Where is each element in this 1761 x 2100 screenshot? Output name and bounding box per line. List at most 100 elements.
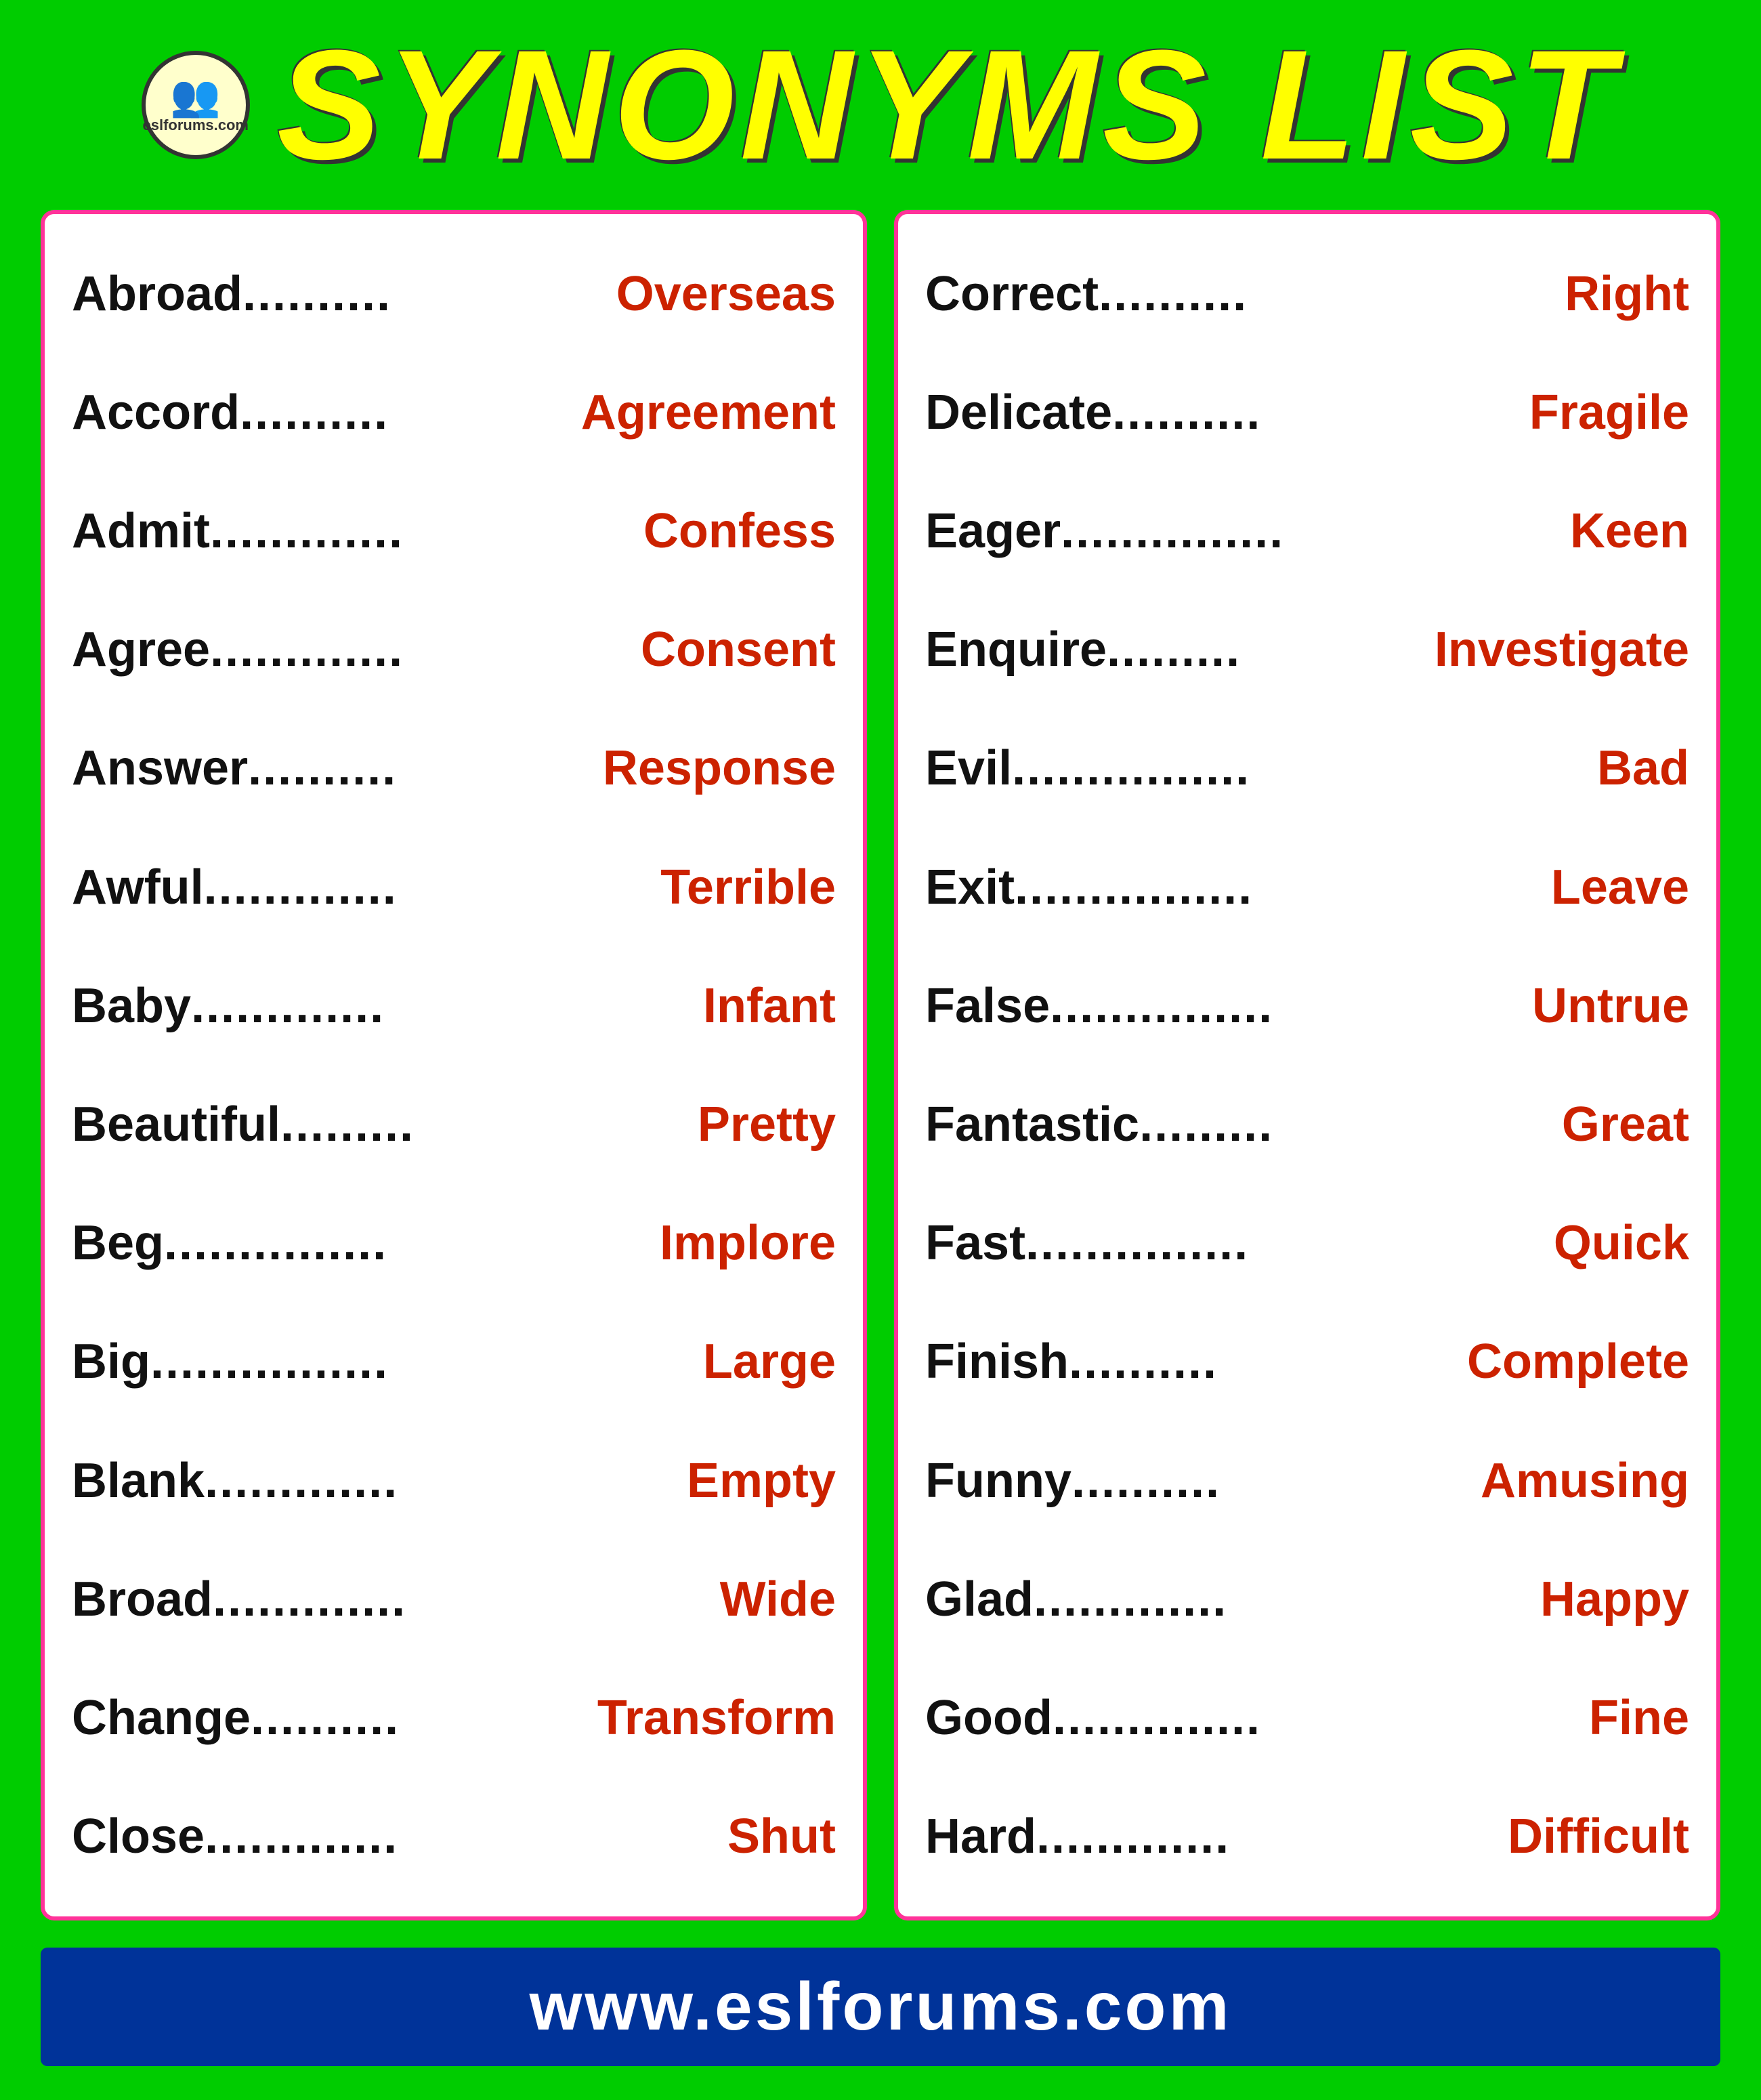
dots: .......... — [240, 385, 581, 440]
dots: ............. — [1034, 1572, 1540, 1627]
synonym: Confess — [643, 503, 836, 559]
word: Big — [72, 1334, 150, 1389]
dots: ............. — [210, 503, 643, 559]
dots: ............... — [164, 1215, 660, 1271]
dots: ............. — [191, 978, 703, 1034]
dots: .......... — [1112, 385, 1529, 440]
synonym: Difficult — [1508, 1809, 1689, 1864]
word: Eager — [925, 503, 1061, 559]
dots: .......... — [251, 1690, 597, 1746]
dots: .......... — [1069, 1334, 1467, 1389]
synonym: Shut — [727, 1809, 836, 1864]
list-item: Enquire ......... Investigate — [925, 616, 1689, 683]
content-area: Abroad .......... Overseas Accord ......… — [41, 210, 1720, 1920]
dots: ............... — [1061, 503, 1570, 559]
synonym: Great — [1562, 1097, 1689, 1152]
synonym: Terrible — [660, 860, 836, 915]
page-title: SYNONYMS LIST — [277, 27, 1620, 183]
dots: ......... — [1139, 1097, 1562, 1152]
word: Abroad — [72, 266, 242, 322]
list-item: Exit ................ Leave — [925, 854, 1689, 921]
word: Hard — [925, 1809, 1036, 1864]
list-item: Broad ............. Wide — [72, 1566, 836, 1633]
left-column: Abroad .......... Overseas Accord ......… — [41, 210, 867, 1920]
list-item: Beautiful ......... Pretty — [72, 1091, 836, 1158]
list-item: Baby ............. Infant — [72, 973, 836, 1039]
dots: .......... — [1072, 1453, 1481, 1509]
synonym: Implore — [660, 1215, 836, 1271]
word: Finish — [925, 1334, 1069, 1389]
word: Close — [72, 1809, 205, 1864]
word: Funny — [925, 1453, 1072, 1509]
list-item: Finish .......... Complete — [925, 1328, 1689, 1395]
list-item: Glad ............. Happy — [925, 1566, 1689, 1633]
word: Glad — [925, 1572, 1034, 1627]
word: False — [925, 978, 1050, 1034]
word: Change — [72, 1690, 251, 1746]
word: Agree — [72, 622, 210, 677]
list-item: Blank ............. Empty — [72, 1448, 836, 1514]
list-item: Change .......... Transform — [72, 1685, 836, 1751]
synonym: Right — [1565, 266, 1689, 322]
synonym: Investigate — [1435, 622, 1689, 677]
list-item: Eager ............... Keen — [925, 498, 1689, 564]
synonym: Overseas — [616, 266, 836, 322]
synonym: Pretty — [698, 1097, 836, 1152]
list-item: Agree ............. Consent — [72, 616, 836, 683]
footer: www.eslforums.com — [41, 1948, 1720, 2066]
list-item: Delicate .......... Fragile — [925, 379, 1689, 446]
synonym: Fine — [1589, 1690, 1689, 1746]
dots: ......... — [1107, 622, 1435, 677]
dots: ............. — [213, 1572, 720, 1627]
word: Beautiful — [72, 1097, 280, 1152]
main-container: 👥 eslforums.com SYNONYMS LIST Abroad ...… — [0, 0, 1761, 2100]
word: Enquire — [925, 622, 1107, 677]
dots: ................ — [1012, 740, 1597, 796]
dots: ............. — [210, 622, 641, 677]
dots: .............. — [1053, 1690, 1589, 1746]
list-item: Abroad .......... Overseas — [72, 261, 836, 327]
list-item: Funny .......... Amusing — [925, 1448, 1689, 1514]
synonym: Transform — [597, 1690, 836, 1746]
synonym: Large — [703, 1334, 836, 1389]
word: Broad — [72, 1572, 213, 1627]
word: Exit — [925, 860, 1015, 915]
synonym: Untrue — [1532, 978, 1689, 1034]
word: Admit — [72, 503, 210, 559]
synonym: Keen — [1570, 503, 1689, 559]
word: Good — [925, 1690, 1053, 1746]
list-item: Hard ............. Difficult — [925, 1803, 1689, 1870]
list-item: Correct .......... Right — [925, 261, 1689, 327]
list-item: Good .............. Fine — [925, 1685, 1689, 1751]
dots: ............. — [205, 1809, 727, 1864]
synonym: Response — [603, 740, 836, 796]
dots: .......... — [248, 740, 603, 796]
dots: .......... — [242, 266, 616, 322]
logo-text: eslforums.com — [142, 117, 249, 134]
dots: ................ — [150, 1334, 703, 1389]
word: Correct — [925, 266, 1099, 322]
synonym: Amusing — [1481, 1453, 1689, 1509]
list-item: Admit ............. Confess — [72, 498, 836, 564]
list-item: Beg ............... Implore — [72, 1210, 836, 1276]
synonym: Fragile — [1529, 385, 1689, 440]
synonym: Empty — [687, 1453, 836, 1509]
dots: ................ — [1015, 860, 1551, 915]
word: Blank — [72, 1453, 205, 1509]
synonym: Leave — [1551, 860, 1689, 915]
synonym: Bad — [1597, 740, 1689, 796]
dots: ............. — [204, 860, 661, 915]
word: Accord — [72, 385, 240, 440]
word: Delicate — [925, 385, 1112, 440]
word: Fantastic — [925, 1097, 1139, 1152]
dots: ............... — [1025, 1215, 1554, 1271]
word: Baby — [72, 978, 191, 1034]
synonym: Agreement — [581, 385, 836, 440]
dots: .......... — [1099, 266, 1565, 322]
footer-text: www.eslforums.com — [530, 1969, 1232, 2044]
list-item: Fast ............... Quick — [925, 1210, 1689, 1276]
word: Beg — [72, 1215, 164, 1271]
synonym: Wide — [720, 1572, 836, 1627]
right-column: Correct .......... Right Delicate ......… — [894, 210, 1720, 1920]
list-item: Close ............. Shut — [72, 1803, 836, 1870]
